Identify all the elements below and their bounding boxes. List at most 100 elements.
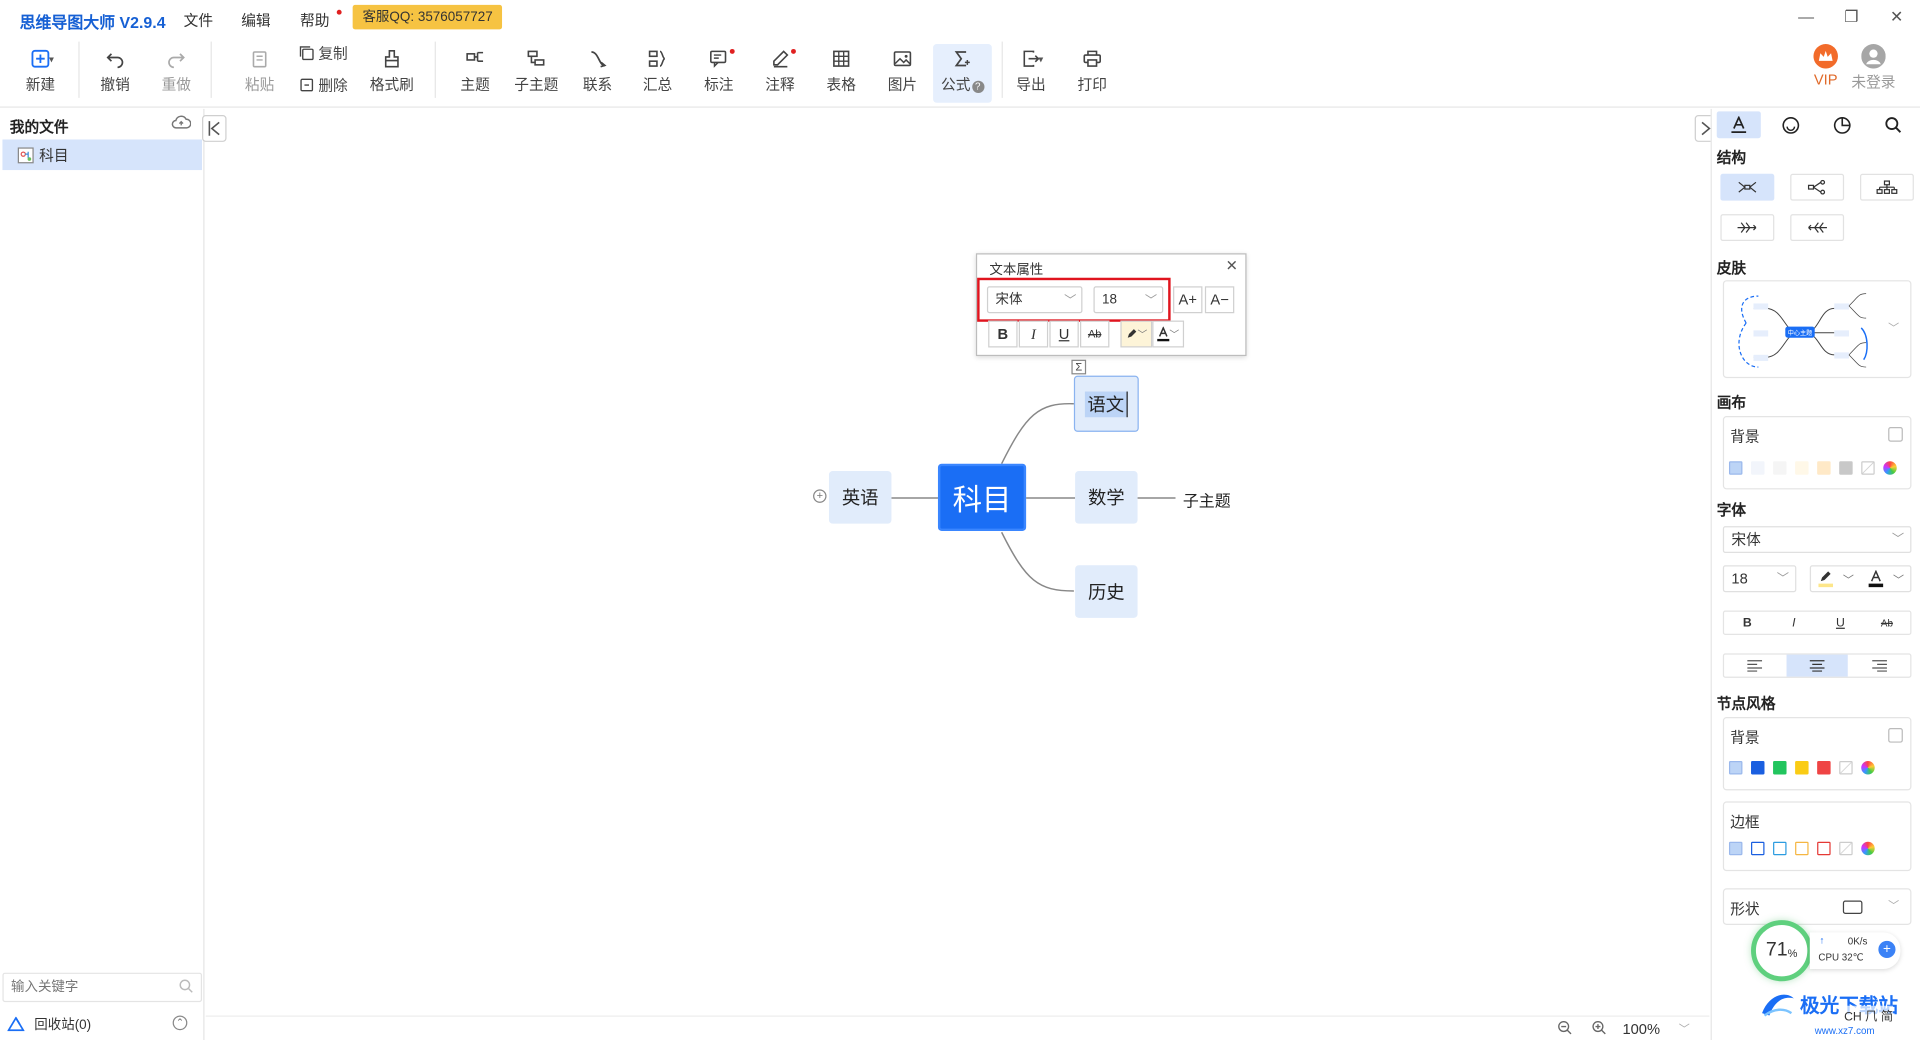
export-dropdown-icon[interactable]: ▾	[1038, 54, 1043, 65]
tab-search[interactable]	[1871, 111, 1915, 138]
delete-button[interactable]: 删除	[299, 73, 348, 95]
font-shrink-button[interactable]: A−	[1204, 286, 1235, 314]
chevron-up-icon[interactable]: ⌃	[172, 1015, 188, 1031]
topic-shuxue[interactable]: 数学	[1075, 471, 1138, 524]
expand-icon[interactable]: +	[813, 489, 827, 503]
border-color-swatch[interactable]	[1751, 841, 1765, 856]
chevron-down-icon[interactable]: ﹀	[1843, 568, 1854, 592]
help-circle-icon[interactable]: ?	[971, 80, 984, 93]
node-color-swatch[interactable]	[1817, 761, 1831, 775]
tab-theme[interactable]	[1820, 111, 1864, 138]
restore-icon[interactable]: ❐	[1839, 7, 1863, 27]
node-color-none-swatch[interactable]	[1839, 761, 1853, 775]
formula-button[interactable]: 公式?	[933, 44, 992, 103]
collapse-left-panel-button[interactable]	[202, 115, 227, 142]
vip-button[interactable]: VIP	[1799, 44, 1853, 103]
highlight-color-button[interactable]: ﹀	[1120, 320, 1153, 348]
strikethrough-button[interactable]: Ab	[1080, 320, 1110, 348]
canvas-color-none-swatch[interactable]	[1861, 461, 1875, 475]
align-center-button[interactable]	[1786, 654, 1849, 677]
copy-button[interactable]: 复制	[299, 42, 348, 64]
summary-button[interactable]: 汇总	[631, 44, 685, 103]
topic-lishi[interactable]: 历史	[1075, 565, 1138, 618]
add-icon[interactable]: +	[1878, 940, 1896, 959]
cloud-sync-icon[interactable]	[171, 114, 192, 135]
structure-mindmap-option[interactable]	[1720, 173, 1775, 201]
skin-preview[interactable]: 中心主题	[1722, 280, 1912, 379]
note-button[interactable]: 注释	[753, 44, 807, 103]
structure-org-option[interactable]	[1860, 173, 1914, 201]
relation-button[interactable]: 联系	[571, 44, 625, 103]
subtopic-button[interactable]: 子主题	[509, 44, 563, 103]
zoom-out-icon[interactable]	[1558, 1020, 1573, 1038]
export-button[interactable]: 导出	[1004, 44, 1058, 103]
file-search-input[interactable]	[2, 972, 203, 1003]
chevron-down-icon[interactable]: ﹀	[1679, 1020, 1690, 1036]
skin-chevron-down-icon[interactable]: ﹀	[1888, 319, 1899, 335]
bold-button[interactable]: B	[988, 320, 1018, 348]
structure-right-option[interactable]	[1790, 173, 1845, 201]
redo-button[interactable]: 重做	[149, 44, 203, 103]
node-color-auto-swatch[interactable]	[1728, 761, 1743, 775]
close-icon[interactable]: ✕	[1226, 257, 1238, 274]
highlighter-icon[interactable]	[1818, 570, 1834, 594]
zoom-in-icon[interactable]	[1592, 1020, 1607, 1038]
panel-strike-button[interactable]: Ab	[1864, 612, 1911, 634]
font-color-button[interactable]: ﹀	[1152, 320, 1185, 348]
service-qq-badge[interactable]: 客服QQ: 3576057727	[352, 4, 503, 30]
image-button[interactable]: 图片	[876, 44, 930, 103]
file-item-kemu[interactable]: 科目	[2, 139, 203, 171]
canvas-color-swatch[interactable]	[1795, 461, 1809, 475]
formula-node-icon[interactable]: Σ	[1071, 359, 1087, 375]
tab-icons[interactable]	[1768, 111, 1812, 138]
node-background-checkbox[interactable]	[1888, 728, 1903, 743]
new-dropdown-icon[interactable]: ▾	[49, 54, 54, 65]
structure-fishbone-left-option[interactable]	[1790, 214, 1845, 242]
border-color-swatch[interactable]	[1817, 841, 1831, 856]
menu-edit[interactable]: 编辑	[241, 10, 270, 31]
canvas-color-swatch[interactable]	[1839, 461, 1853, 475]
canvas-color-swatch[interactable]	[1817, 461, 1831, 475]
canvas-color-auto-swatch[interactable]	[1728, 461, 1743, 475]
close-icon[interactable]: ✕	[1884, 7, 1908, 27]
minimize-icon[interactable]: —	[1794, 7, 1818, 25]
canvas-color-swatch[interactable]	[1751, 461, 1765, 475]
node-color-swatch[interactable]	[1795, 761, 1809, 775]
border-color-auto-swatch[interactable]	[1728, 841, 1743, 856]
canvas-background-checkbox[interactable]	[1888, 427, 1903, 442]
node-color-swatch[interactable]	[1773, 761, 1787, 775]
cpu-monitor-widget[interactable]: 71% ↑ 0K/s CPU 32℃ +	[1749, 920, 1903, 982]
subtopic-node[interactable]: 子主题	[1183, 488, 1231, 511]
border-color-swatch[interactable]	[1773, 841, 1787, 856]
font-color-icon[interactable]	[1868, 569, 1884, 594]
color-picker-icon[interactable]	[1861, 761, 1875, 775]
format-brush-button[interactable]: 格式刷	[365, 44, 419, 103]
paste-button[interactable]: 粘贴	[233, 44, 287, 103]
mindmap-canvas[interactable]: 科目 语文 数学 历史 英语 + 子主题 Σ	[202, 108, 1720, 1016]
canvas-color-swatch[interactable]	[1773, 461, 1787, 475]
panel-font-select[interactable]: 宋体 ﹀	[1722, 526, 1912, 554]
menu-file[interactable]: 文件	[184, 10, 213, 31]
table-button[interactable]: 表格	[814, 44, 868, 103]
color-picker-icon[interactable]	[1883, 461, 1897, 475]
align-left-button[interactable]	[1724, 655, 1786, 677]
central-topic[interactable]: 科目	[937, 463, 1027, 532]
border-color-none-swatch[interactable]	[1839, 841, 1853, 856]
panel-italic-button[interactable]: I	[1771, 612, 1818, 634]
print-button[interactable]: 打印	[1065, 44, 1119, 103]
topic-yuwen[interactable]: 语文	[1073, 375, 1139, 432]
undo-button[interactable]: 撤销	[88, 44, 142, 103]
search-icon[interactable]	[179, 979, 194, 997]
align-right-button[interactable]	[1848, 655, 1910, 677]
color-picker-icon[interactable]	[1861, 841, 1875, 856]
font-grow-button[interactable]: A+	[1173, 286, 1203, 314]
zoom-level[interactable]: 100%	[1622, 1020, 1660, 1037]
panel-size-select[interactable]: 18 ﹀	[1722, 565, 1797, 593]
structure-fishbone-right-option[interactable]	[1720, 214, 1775, 242]
login-button[interactable]: 未登录	[1847, 44, 1901, 103]
topic-yuwen-text[interactable]: 语文	[1084, 390, 1128, 417]
panel-underline-button[interactable]: U	[1817, 612, 1864, 634]
chevron-down-icon[interactable]: ﹀	[1893, 568, 1904, 592]
topic-button[interactable]: 主题	[448, 44, 502, 103]
mark-button[interactable]: 标注	[692, 44, 746, 103]
